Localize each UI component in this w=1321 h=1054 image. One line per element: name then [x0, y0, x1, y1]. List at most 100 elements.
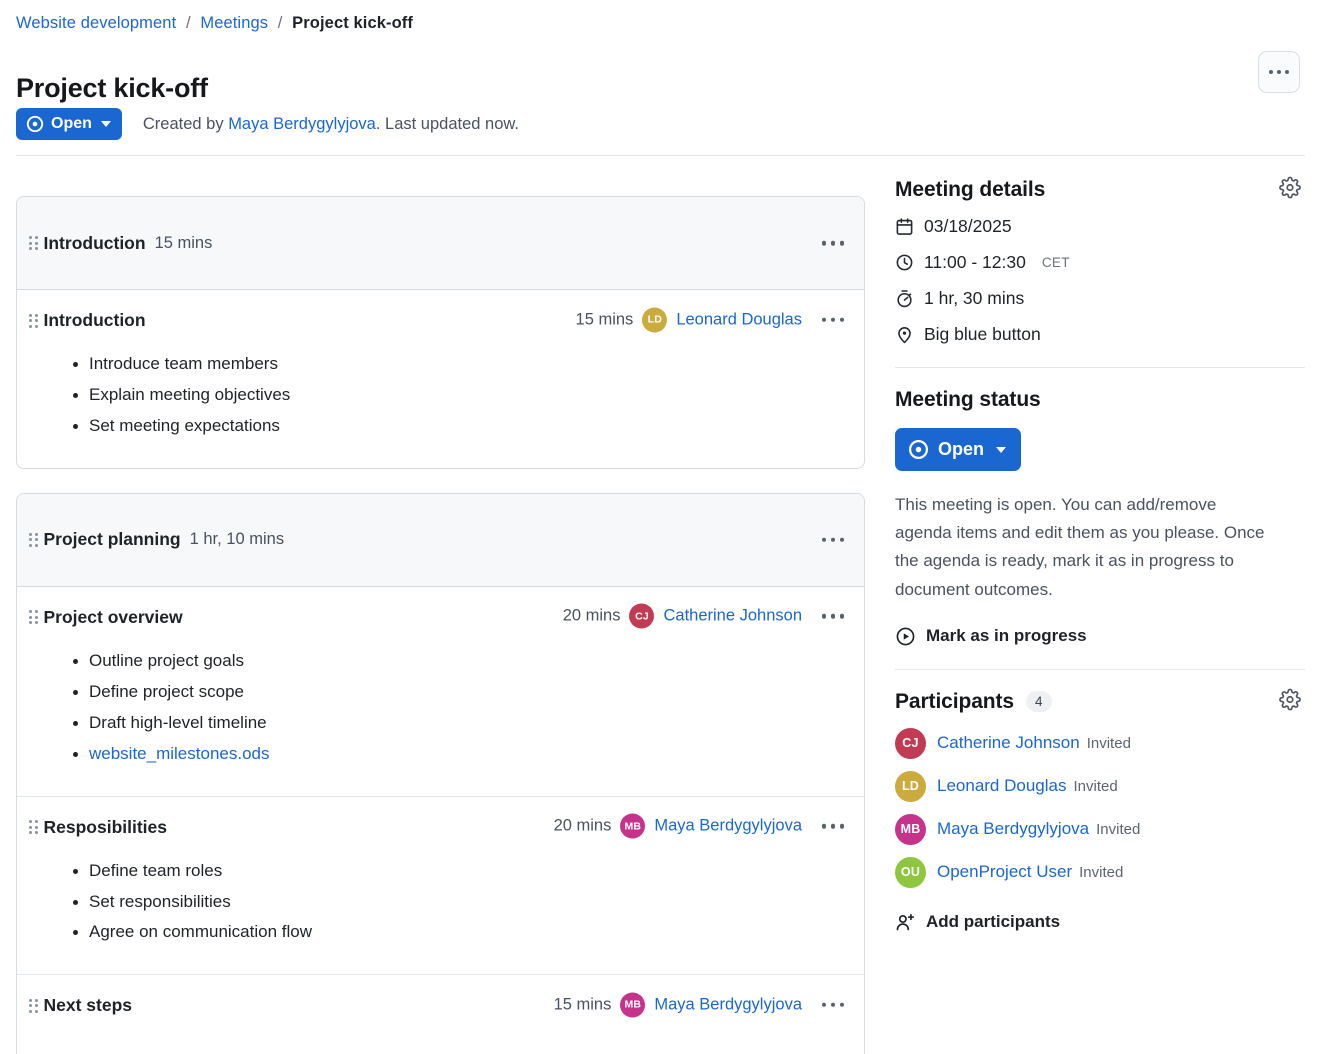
meeting-location: Big blue button — [924, 324, 1041, 344]
meeting-status-heading: Meeting status — [895, 388, 1041, 411]
list-item: Set responsibilities — [73, 887, 864, 918]
agenda-item-duration: 15 mins — [575, 310, 634, 328]
agenda-item-notes: Outline project goals Define project sco… — [17, 646, 864, 770]
breadcrumb-item-project[interactable]: Website development — [16, 14, 176, 32]
list-item: Introduce team members — [73, 349, 864, 380]
dot-icon — [830, 823, 835, 829]
meeting-status-description: This meeting is open. You can add/remove… — [895, 495, 1265, 599]
agenda-item: Introduction 15 mins LD Leonard Douglas … — [17, 290, 864, 442]
page-more-button[interactable] — [1258, 51, 1300, 93]
agenda-item-owner-link[interactable]: Catherine Johnson — [663, 607, 802, 626]
meeting-status-label: Open — [938, 439, 985, 459]
drag-handle-icon[interactable] — [29, 236, 38, 250]
avatar[interactable]: MB — [620, 813, 646, 839]
meeting-details-heading: Meeting details — [895, 178, 1046, 201]
agenda-item-notes: Define team roles Set responsibilities A… — [17, 856, 864, 949]
agenda-item-owner-link[interactable]: Maya Berdygylyjova — [654, 817, 802, 836]
meeting-status-button[interactable]: Open — [16, 108, 122, 140]
dot-icon — [821, 537, 826, 543]
drag-handle-icon[interactable] — [29, 610, 38, 625]
agenda-item: Next steps 15 mins MB Maya Berdygylyjova — [17, 975, 864, 1034]
participant-name-link[interactable]: Maya Berdygylyjova — [937, 819, 1089, 839]
dot-icon — [839, 537, 844, 543]
gear-icon[interactable] — [1279, 176, 1301, 204]
breadcrumb-item-meetings[interactable]: Meetings — [200, 14, 268, 32]
agenda-item-more-button[interactable] — [819, 608, 848, 625]
avatar[interactable]: LD — [895, 770, 926, 802]
meeting-duration-row: 1 hr, 30 mins — [895, 288, 1305, 309]
chevron-down-icon — [100, 121, 111, 127]
agenda-section-duration: 1 hr, 10 mins — [189, 530, 285, 549]
agenda-item-owner-link[interactable]: Leonard Douglas — [676, 310, 802, 329]
drag-handle-icon[interactable] — [29, 820, 38, 835]
meeting-timezone: CET — [1041, 255, 1070, 270]
agenda-item-more-button[interactable] — [819, 311, 848, 328]
dot-icon — [821, 1002, 826, 1008]
agenda-item-header: Resposibilities 20 mins MB Maya Berdygyl… — [17, 797, 864, 856]
add-person-icon — [896, 913, 915, 931]
agenda-section: Introduction 15 mins Introduction 15 min… — [16, 196, 865, 469]
agenda-section-more-button[interactable] — [819, 235, 848, 252]
agenda-item-meta: 15 mins LD Leonard Douglas — [576, 307, 802, 332]
list-item: CJ Catherine Johnson Invited — [895, 727, 1305, 759]
dot-icon — [830, 537, 835, 543]
page-title: Project kick-off — [16, 73, 208, 104]
agenda-item-more-button[interactable] — [819, 997, 848, 1014]
location-pin-icon — [898, 327, 911, 344]
agenda-section-header: Project planning 1 hr, 10 mins — [17, 493, 864, 587]
meeting-time: 11:00 - 12:30 — [924, 252, 1026, 272]
add-participants-label: Add participants — [926, 912, 1061, 932]
participant-state: Invited — [1073, 777, 1118, 795]
agenda-section-duration: 15 mins — [154, 233, 213, 252]
drag-handle-icon[interactable] — [29, 532, 38, 547]
avatar[interactable]: MB — [895, 813, 926, 845]
avatar[interactable]: CJ — [629, 603, 655, 629]
add-participants-button[interactable]: Add participants — [895, 912, 1305, 933]
created-by-text: Created by Maya Berdygylyjova. Last upda… — [143, 115, 519, 134]
agenda-item-title: Project overview — [43, 606, 183, 627]
agenda-section-more-button[interactable] — [819, 532, 848, 549]
agenda-item-header: Next steps 15 mins MB Maya Berdygylyjova — [17, 975, 864, 1034]
mark-in-progress-button[interactable]: Mark as in progress — [895, 626, 1305, 647]
participant-name-link[interactable]: Leonard Douglas — [937, 776, 1066, 796]
created-by-user-link[interactable]: Maya Berdygylyjova — [228, 115, 376, 133]
agenda-section-header: Introduction 15 mins — [17, 197, 864, 290]
avatar[interactable]: CJ — [895, 727, 926, 759]
agenda-item-meta: 15 mins MB Maya Berdygylyjova — [553, 992, 802, 1018]
list-item: Explain meeting objectives — [73, 380, 864, 411]
dot-icon — [839, 823, 844, 829]
dot-icon — [839, 614, 844, 619]
agenda-item-notes: Introduce team members Explain meeting o… — [17, 349, 864, 442]
agenda-item-owner-link[interactable]: Maya Berdygylyjova — [654, 995, 802, 1014]
participants-header: Participants 4 — [895, 688, 1305, 715]
agenda-section-title: Project planning — [43, 529, 181, 550]
gear-icon[interactable] — [1279, 688, 1301, 715]
drag-handle-icon[interactable] — [29, 998, 38, 1013]
meeting-status-label: Open — [51, 115, 92, 132]
avatar[interactable]: OU — [895, 856, 926, 888]
open-status-icon — [26, 115, 44, 133]
created-by-suffix: . Last updated now. — [375, 114, 519, 133]
meeting-date-row: 03/18/2025 — [895, 216, 1305, 237]
participant-name-link[interactable]: OpenProject User — [937, 862, 1072, 882]
list-item: Set meeting expectations — [73, 411, 864, 442]
dot-icon — [839, 240, 844, 246]
agenda-item-more-button[interactable] — [819, 818, 848, 835]
avatar[interactable]: LD — [642, 307, 668, 332]
dot-icon — [839, 317, 844, 322]
meeting-status-header: Meeting status — [895, 388, 1305, 412]
participant-name-link[interactable]: Catherine Johnson — [937, 733, 1080, 753]
avatar[interactable]: MB — [620, 992, 646, 1018]
list-item: MB Maya Berdygylyjova Invited — [895, 813, 1305, 845]
attachment-link[interactable]: website_milestones.ods — [89, 744, 269, 763]
agenda-item: Resposibilities 20 mins MB Maya Berdygyl… — [17, 797, 864, 976]
agenda-item-duration: 20 mins — [553, 816, 612, 835]
meeting-date: 03/18/2025 — [924, 216, 1012, 236]
meeting-status-dropdown[interactable]: Open — [895, 428, 1022, 471]
agenda-list: Introduction 15 mins Introduction 15 min… — [16, 196, 865, 1054]
drag-handle-icon[interactable] — [29, 313, 38, 328]
dot-icon — [821, 614, 826, 619]
agenda-item-duration: 15 mins — [553, 995, 612, 1014]
agenda-item-header: Introduction 15 mins LD Leonard Douglas — [17, 290, 864, 349]
dot-icon — [821, 823, 826, 829]
